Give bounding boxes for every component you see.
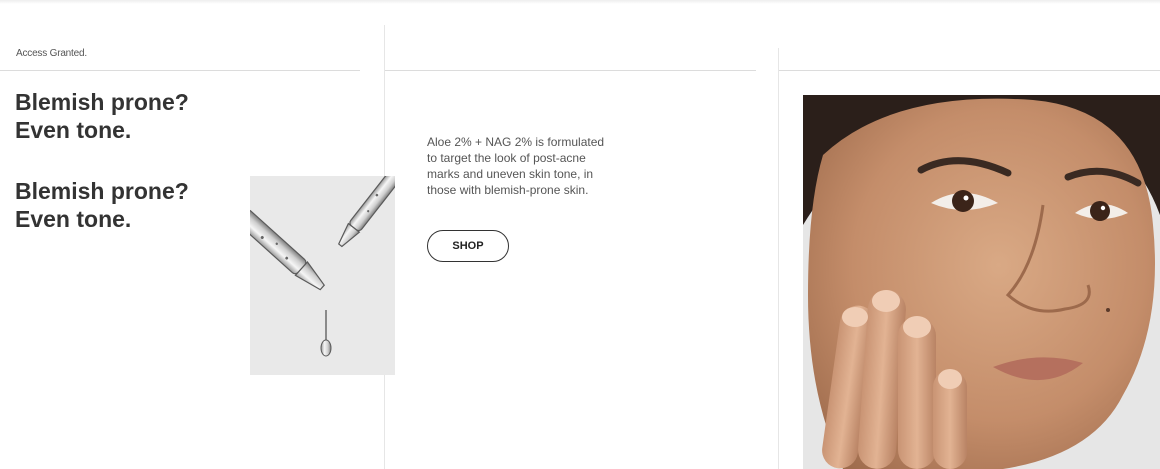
column-divider — [778, 48, 779, 469]
pipette-left — [250, 209, 326, 291]
serum-droplet — [320, 339, 332, 357]
face-illustration — [803, 95, 1160, 469]
headline-line: Even tone. — [15, 117, 132, 143]
model-face-photo — [803, 95, 1160, 469]
section-rule — [0, 70, 360, 71]
pipette-illustration — [250, 176, 395, 357]
headline: Blemish prone? Even tone. — [15, 177, 235, 233]
top-edge-shadow — [0, 0, 1160, 4]
headline-line: Blemish prone? — [15, 89, 189, 115]
product-description: Aloe 2% + NAG 2% is formulated to target… — [427, 135, 605, 197]
eyebrow-label: Access Granted. — [16, 48, 87, 59]
pipette-right — [337, 176, 395, 248]
section-rule — [779, 70, 1160, 71]
dropper-product-image — [250, 176, 395, 375]
section-rule — [385, 70, 756, 71]
headline-line: Blemish prone? — [15, 178, 189, 204]
shop-button[interactable]: SHOP — [427, 230, 509, 262]
headline: Blemish prone? Even tone. — [15, 88, 235, 144]
headline-line: Even tone. — [15, 206, 132, 232]
